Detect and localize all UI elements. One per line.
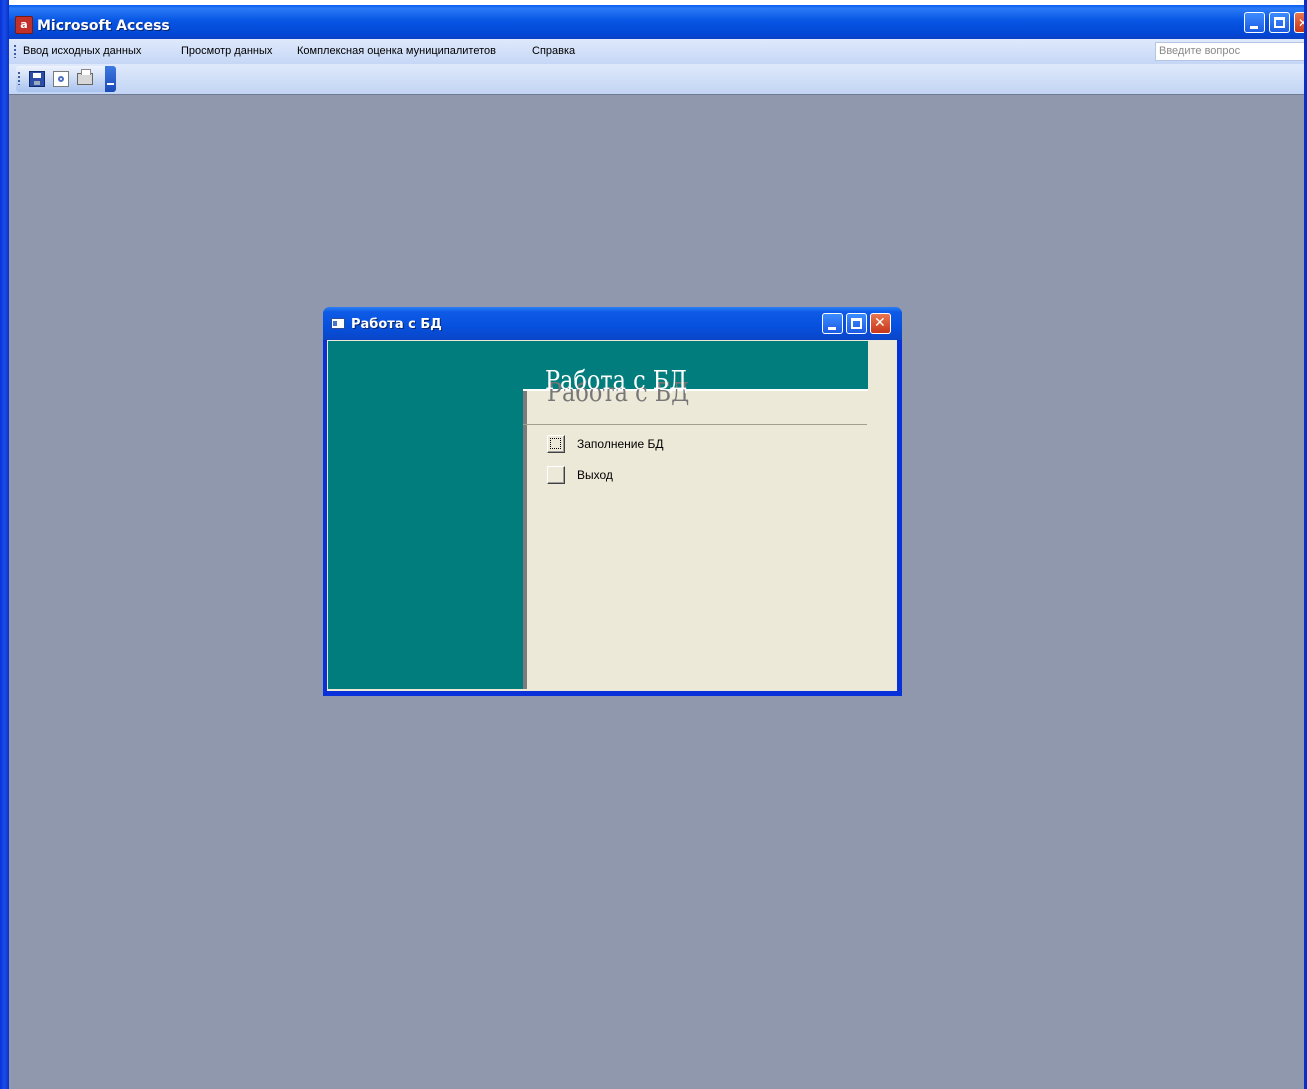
toolbar-grip-icon[interactable] [18, 72, 20, 85]
form-close-button[interactable]: ✕ [870, 313, 891, 334]
form-heading: Работа с БД [545, 366, 688, 396]
access-app-icon[interactable]: a [15, 16, 33, 34]
form-window: Работа с БД ✕ Работа с БД Работа с БД За… [323, 307, 902, 696]
menu-item-complex-assessment[interactable]: Комплексная оценка муниципалитетов [297, 45, 496, 57]
maximize-icon [1274, 17, 1285, 28]
exit-button[interactable] [547, 466, 565, 484]
menu-grip-icon[interactable] [14, 45, 16, 58]
menu-item-help[interactable]: Справка [532, 45, 575, 57]
form-bottom-frame [327, 691, 897, 696]
app-titlebar[interactable]: a Microsoft Access ✕ [0, 5, 1307, 39]
print-icon[interactable] [77, 69, 93, 85]
form-minimize-button[interactable] [822, 313, 843, 334]
form-maximize-button[interactable] [846, 313, 867, 334]
minimize-icon [828, 327, 836, 330]
save-icon[interactable] [29, 71, 45, 87]
menu-item-input-data[interactable]: Ввод исходных данных [23, 45, 141, 57]
exit-label[interactable]: Выход [577, 468, 613, 482]
menu-bar: Ввод исходных данных Просмотр данных Ком… [9, 39, 1304, 64]
panel-shadow [523, 389, 527, 689]
app-title: Microsoft Access [37, 18, 170, 34]
fill-db-button[interactable] [547, 435, 565, 453]
menu-item-view-data[interactable]: Просмотр данных [181, 45, 272, 57]
teal-side-panel [328, 341, 525, 689]
form-window-title: Работа с БД [351, 317, 442, 332]
window-frame-left [0, 0, 9, 1089]
maximize-icon [851, 318, 862, 329]
form-body: Работа с БД Работа с БД Заполнение БД Вы… [327, 340, 897, 691]
maximize-button[interactable] [1269, 12, 1290, 33]
ask-question-input[interactable]: Введите вопрос [1155, 42, 1305, 61]
minimize-button[interactable] [1244, 12, 1265, 33]
heading-divider [523, 424, 867, 425]
standard-toolbar [16, 66, 116, 92]
print-preview-icon[interactable] [53, 71, 69, 87]
toolbar-row [9, 64, 1304, 95]
form-titlebar[interactable]: Работа с БД ✕ [323, 307, 902, 340]
form-icon[interactable] [331, 318, 345, 329]
toolbar-options-icon[interactable] [105, 66, 116, 92]
close-icon: ✕ [874, 315, 886, 331]
fill-db-label[interactable]: Заполнение БД [577, 437, 663, 451]
minimize-icon [1250, 26, 1258, 29]
